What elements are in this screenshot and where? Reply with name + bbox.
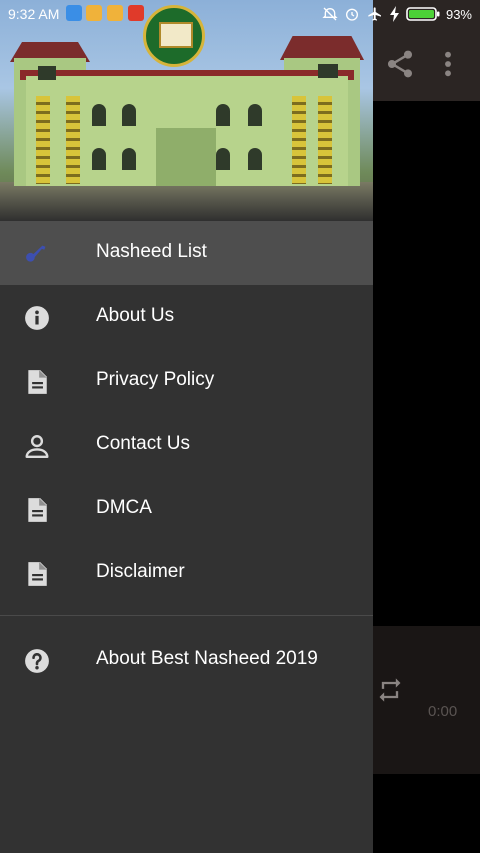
header-window <box>216 104 230 126</box>
header-window <box>216 148 230 170</box>
header-window <box>92 148 106 170</box>
app-icon <box>86 5 102 21</box>
menu-item-privacy-policy[interactable]: Privacy Policy <box>0 349 373 413</box>
menu-item-about-app[interactable]: About Best Nasheed 2019 <box>0 628 373 692</box>
menu-item-dmca[interactable]: DMCA <box>0 477 373 541</box>
status-icons: 93% <box>322 5 472 23</box>
drawer-menu: Nasheed List About Us Privacy Policy Con… <box>0 221 373 605</box>
menu-divider <box>0 615 373 616</box>
menu-item-contact-us[interactable]: Contact Us <box>0 413 373 477</box>
header-window <box>318 64 338 78</box>
header-window <box>92 104 106 126</box>
drawer-header-image <box>0 0 373 221</box>
alarm-off-icon <box>322 7 338 21</box>
battery-icon <box>406 7 440 21</box>
more-options-icon[interactable] <box>440 48 456 80</box>
battery-percent: 93% <box>445 6 472 22</box>
menu-label: Contact Us <box>96 433 190 454</box>
header-roof <box>280 36 364 60</box>
header-window <box>122 148 136 170</box>
menu-label: Disclaimer <box>96 561 185 582</box>
app-icon <box>107 5 123 21</box>
menu-item-about-us[interactable]: About Us <box>0 285 373 349</box>
menu-item-disclaimer[interactable]: Disclaimer <box>0 541 373 605</box>
header-window <box>248 148 262 170</box>
repeat-icon[interactable] <box>376 676 404 704</box>
document-icon <box>28 562 47 586</box>
header-window <box>38 66 56 80</box>
menu-label: DMCA <box>96 497 152 518</box>
airplane-icon <box>368 7 381 21</box>
menu-item-nasheed-list[interactable]: Nasheed List <box>0 221 373 285</box>
header-facade <box>36 96 50 184</box>
person-icon <box>25 435 49 459</box>
menu-label: About Us <box>96 305 175 326</box>
share-icon[interactable] <box>384 48 416 80</box>
document-icon <box>28 498 47 522</box>
header-facade <box>292 96 306 184</box>
info-icon <box>25 306 49 330</box>
game-icon <box>128 5 144 21</box>
status-time: 9:32 AM <box>8 6 60 22</box>
player-time: 0:00 <box>428 703 458 720</box>
header-facade <box>318 96 332 184</box>
menu-label: Privacy Policy <box>96 369 215 390</box>
music-note-icon <box>26 245 46 262</box>
alarm-icon <box>345 8 358 21</box>
header-ground <box>0 182 373 221</box>
usb-icon <box>66 5 82 21</box>
navigation-drawer: Nasheed List About Us Privacy Policy Con… <box>0 0 373 853</box>
header-entrance <box>156 128 216 186</box>
help-icon <box>25 649 49 673</box>
status-bar: 9:32 AM 93% <box>0 0 480 28</box>
menu-label: About Best Nasheed 2019 <box>96 648 318 669</box>
header-window <box>122 104 136 126</box>
charging-icon <box>389 6 399 22</box>
document-icon <box>28 370 47 394</box>
header-facade <box>66 96 80 184</box>
menu-label: Nasheed List <box>96 241 207 262</box>
header-window <box>248 104 262 126</box>
